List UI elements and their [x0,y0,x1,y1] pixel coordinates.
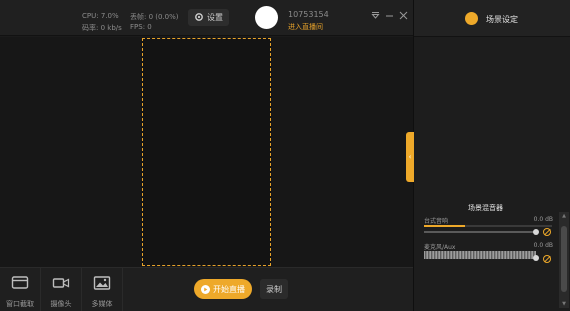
channel-desktop-audio: 台式音响 0.0 dB [424,216,557,244]
chevron-left-icon: ‹ [408,153,412,161]
window-capture-button[interactable]: 窗口截取 [0,268,41,311]
scene-panel: ‹ 场景设定 场景混音器 台式音响 0.0 dB 麦克风/Aux 0.0 dB … [406,0,570,311]
waveform-meter [424,251,536,259]
audio-mixer: 台式音响 0.0 dB 麦克风/Aux 0.0 dB [414,212,557,308]
play-icon [201,284,210,294]
enter-room-link[interactable]: 进入直播间 [288,22,323,32]
channel-db: 0.0 dB [533,242,553,249]
volume-slider-knob[interactable] [533,229,539,235]
media-label: 多媒体 [91,300,113,308]
channel-mic-aux: 麦克风/Aux 0.0 dB [424,242,557,270]
mixer-scrollbar[interactable]: ▲ ▼ [559,212,569,308]
settings-button[interactable]: 设置 [188,9,229,26]
start-live-label: 开始直播 [213,284,245,294]
channel-db: 0.0 dB [533,216,553,223]
record-button[interactable]: 录制 [260,279,288,299]
dropped-frames-stat: 丢帧: 0 (0.0%) [130,13,179,21]
fps-stat: FPS: 0 [130,23,152,31]
camera-icon [52,275,70,295]
mute-icon[interactable] [543,255,551,263]
scroll-up-icon[interactable]: ▲ [561,213,567,219]
settings-label: 设置 [207,13,223,22]
volume-slider[interactable] [424,231,536,233]
window-capture-icon [11,275,29,295]
dropdown-icon[interactable] [370,6,381,19]
level-meter [424,225,552,227]
bottom-toolbar: 窗口截取 摄像头 多媒体 开始直播 录制 [0,267,413,311]
avatar[interactable] [255,6,278,29]
channel-name: 台式音响 [424,218,449,225]
minimize-icon[interactable] [384,6,395,17]
gear-icon [194,12,204,24]
volume-slider-knob[interactable] [533,255,539,261]
camera-label: 摄像头 [50,300,72,308]
scene-panel-header: 场景设定 [414,0,570,37]
cpu-stat: CPU: 7.0% [82,12,119,20]
camera-button[interactable]: 摄像头 [41,268,82,311]
room-id: 10753154 [288,10,329,19]
scroll-down-icon[interactable]: ▼ [561,301,567,307]
scene-settings-title: 场景设定 [486,15,518,24]
scrollbar-thumb[interactable] [561,226,567,292]
top-bar: CPU: 7.0% 丢帧: 0 (0.0%) 码率: 0 kb/s FPS: 0… [0,0,413,36]
bitrate-stat: 码率: 0 kb/s [82,24,122,32]
preview-canvas[interactable] [0,37,413,267]
close-icon[interactable] [398,6,409,20]
main-area: CPU: 7.0% 丢帧: 0 (0.0%) 码率: 0 kb/s FPS: 0… [0,0,413,311]
channel-name: 麦克风/Aux [424,244,456,251]
level-meter-fill [424,225,465,227]
media-button[interactable]: 多媒体 [82,268,123,311]
portrait-preview-frame[interactable] [142,38,271,266]
collapse-panel-button[interactable]: ‹ [406,132,414,182]
mute-icon[interactable] [543,228,551,236]
window-capture-label: 窗口截取 [6,300,34,308]
scene-icon [465,12,478,25]
start-live-button[interactable]: 开始直播 [194,279,252,299]
image-icon [93,275,111,295]
